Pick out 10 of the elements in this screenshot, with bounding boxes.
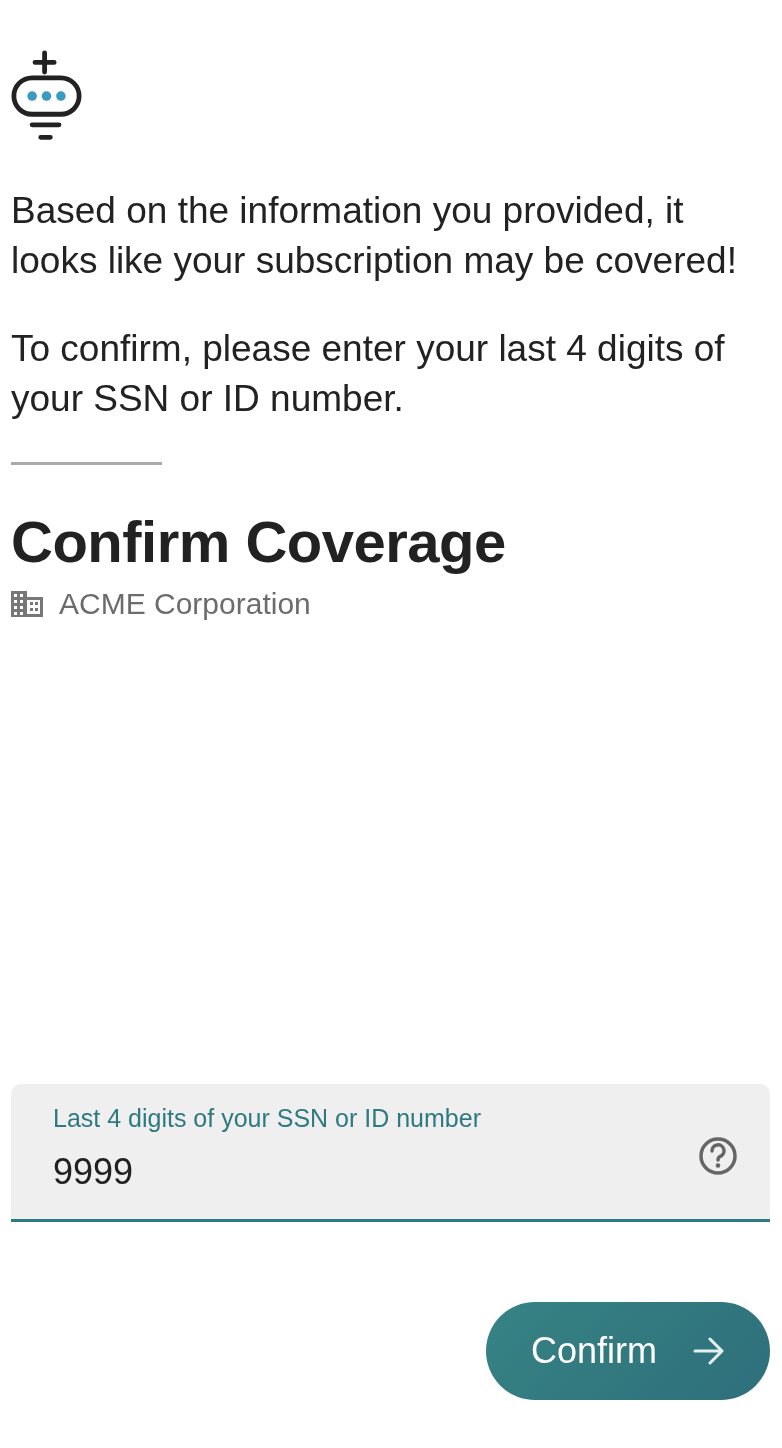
organization-name: ACME Corporation	[59, 587, 311, 621]
help-icon[interactable]	[698, 1136, 738, 1176]
message-text: To confirm, please enter your last 4 digits of your SSN or ID number.	[11, 327, 726, 421]
building-icon	[11, 591, 43, 617]
message-text: Based on the information you provided, it looks like your subscription may be covered!	[11, 189, 738, 283]
ssn-input-field[interactable]: Last 4 digits of your SSN or ID number 9999	[11, 1084, 770, 1222]
page-title: Confirm Coverage	[11, 508, 507, 576]
arrow-right-icon	[693, 1337, 725, 1365]
field-value: 9999	[53, 1151, 134, 1193]
confirm-button[interactable]: Confirm	[486, 1302, 770, 1400]
